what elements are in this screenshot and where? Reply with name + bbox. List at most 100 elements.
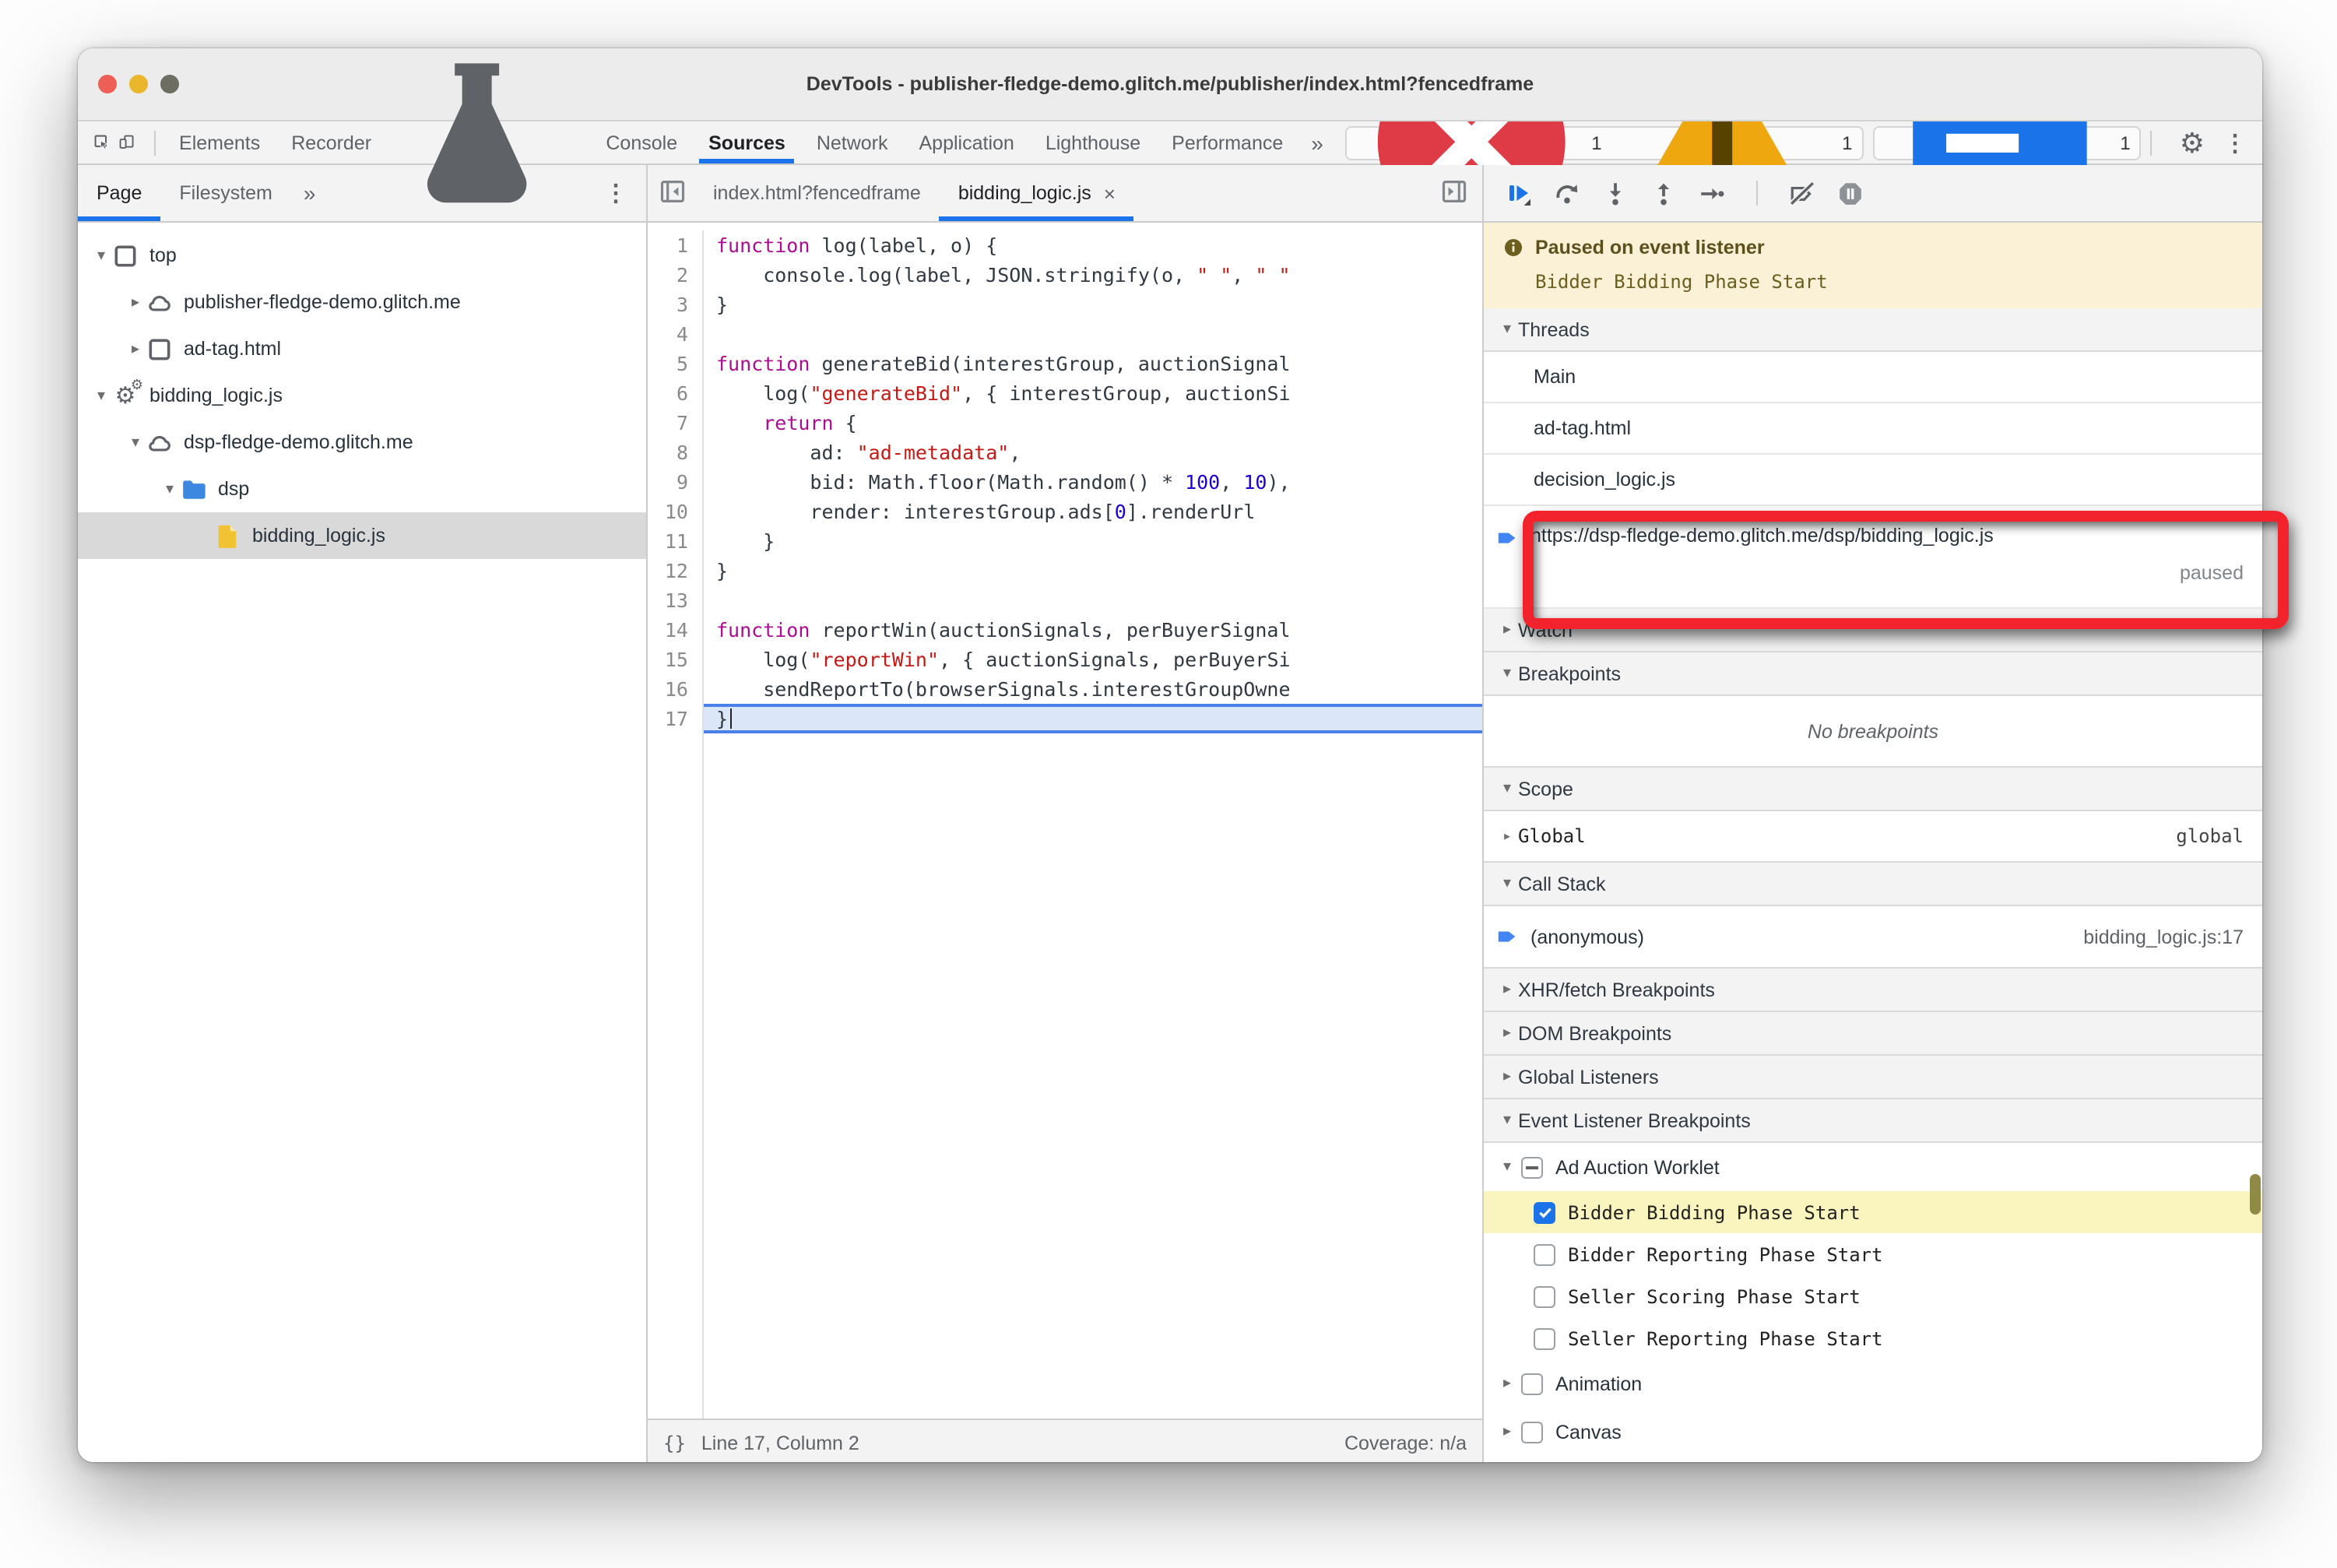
callstack-frame[interactable]: (anonymous) bidding_logic.js:17 [1484, 906, 2262, 969]
tab-application[interactable]: Application [904, 121, 1030, 163]
tab-elements[interactable]: Elements [163, 121, 276, 163]
line-number[interactable]: 7 [648, 408, 704, 438]
line-number[interactable]: 6 [648, 378, 704, 408]
kebab-menu-icon[interactable]: ⋮ [2223, 128, 2247, 156]
scope-global-row[interactable]: ▸ Global global [1484, 811, 2262, 863]
line-number[interactable]: 2 [648, 260, 704, 290]
inspect-button[interactable] [93, 127, 110, 158]
chevron-down-icon[interactable]: ▾ [1496, 1158, 1518, 1176]
step-icon[interactable] [1699, 180, 1725, 206]
thread-item-main[interactable]: Main [1484, 352, 2262, 403]
pretty-print-button[interactable]: {} [663, 1432, 686, 1454]
gear-icon[interactable]: ⚙ [2180, 128, 2205, 156]
section-header-event-listener-breakpoints[interactable]: ▾ Event Listener Breakpoints [1484, 1098, 2262, 1143]
section-header-call-stack[interactable]: ▾ Call Stack [1484, 861, 2262, 906]
sidebar-more-tabs-button[interactable]: » [291, 181, 329, 206]
line-number[interactable]: 5 [648, 349, 704, 378]
more-tabs-button[interactable]: » [1299, 130, 1336, 155]
deactivate-breakpoints-icon[interactable] [1789, 180, 1815, 206]
line-number[interactable]: 13 [648, 585, 704, 615]
chevron-down-icon: ▾ [1502, 1112, 1512, 1129]
tab-performance[interactable]: Performance [1156, 121, 1299, 163]
chevron-right-icon: ▸ [1502, 1025, 1512, 1042]
breakpoint-bidder-reporting-phase-start[interactable]: Bidder Reporting Phase Start [1484, 1233, 2262, 1275]
chevron-right-icon[interactable]: ▸ [125, 294, 146, 311]
line-number[interactable]: 1 [648, 230, 704, 260]
line-number[interactable]: 4 [648, 319, 704, 349]
checkbox-animation[interactable] [1521, 1373, 1543, 1394]
sidebar-kebab-menu-icon[interactable]: ⋮ [604, 179, 627, 207]
tree-item-top[interactable]: ▾ top [78, 232, 646, 279]
breakpoint-category-ad-auction-worklet[interactable]: ▾ Ad Auction Worklet [1484, 1143, 2262, 1191]
tab-nav-left-icon[interactable] [659, 178, 690, 209]
breakpoint-category-animation[interactable]: ▸ Animation [1484, 1359, 2262, 1408]
tree-item-ad-tag-html[interactable]: ▸ ad-tag.html [78, 325, 646, 372]
section-title: Scope [1518, 778, 1573, 800]
breakpoint-bidder-bidding-phase-start[interactable]: Bidder Bidding Phase Start [1484, 1191, 2262, 1233]
step-out-icon[interactable] [1650, 180, 1677, 206]
line-number[interactable]: 15 [648, 645, 704, 674]
chevron-right-icon[interactable]: ▸ [1496, 1423, 1518, 1440]
thread-item-current[interactable]: https://dsp-fledge-demo.glitch.me/dsp/bi… [1484, 506, 2262, 609]
code-editor[interactable]: 1 function log(label, o) {2 console.log(l… [648, 223, 1482, 1419]
chevron-down-icon[interactable]: ▾ [90, 387, 112, 404]
line-number[interactable]: 8 [648, 438, 704, 467]
breakpoint-seller-scoring-phase-start[interactable]: Seller Scoring Phase Start [1484, 1275, 2262, 1317]
checkbox-ad-auction-worklet[interactable] [1521, 1156, 1543, 1178]
checkbox-canvas[interactable] [1521, 1421, 1543, 1443]
tree-item-bidding-logic-js[interactable]: ▾ ⚙ ⚙ bidding_logic.js [78, 372, 646, 419]
tab-nav-right-icon[interactable] [1440, 178, 1471, 209]
scrollbar-thumb[interactable] [2250, 1174, 2261, 1215]
breakpoint-category-canvas[interactable]: ▸ Canvas [1484, 1408, 2262, 1456]
section-header-xhr-fetch-breakpoints[interactable]: ▸ XHR/fetch Breakpoints [1484, 967, 2262, 1012]
chevron-down-icon[interactable]: ▾ [90, 247, 112, 264]
thread-item-ad-tag-html[interactable]: ad-tag.html [1484, 403, 2262, 455]
line-number[interactable]: 3 [648, 290, 704, 319]
checkbox-seller-reporting-phase-start[interactable] [1534, 1327, 1555, 1349]
section-header-dom-breakpoints[interactable]: ▸ DOM Breakpoints [1484, 1011, 2262, 1056]
section-title: XHR/fetch Breakpoints [1518, 979, 1715, 1000]
line-number[interactable]: 16 [648, 674, 704, 704]
editor-tab-index-html-fencedframe[interactable]: index.html?fencedframe [694, 165, 940, 221]
sidebar-tab-filesystem[interactable]: Filesystem [160, 165, 290, 221]
sidebar-tab-page[interactable]: Page [78, 165, 161, 221]
line-number[interactable]: 12 [648, 556, 704, 585]
resume-icon[interactable] [1506, 180, 1532, 206]
tab-recorder[interactable]: Recorder [276, 63, 590, 203]
tree-item-dsp[interactable]: ▾ dsp [78, 466, 646, 512]
messages-badge[interactable]: 1 [1872, 62, 2142, 237]
section-header-scope[interactable]: ▾ Scope [1484, 766, 2262, 811]
issues-badge[interactable]: 11 [1344, 48, 1864, 237]
line-number[interactable]: 11 [648, 526, 704, 556]
tab-console[interactable]: Console [590, 121, 693, 163]
chevron-down-icon[interactable]: ▾ [125, 434, 146, 451]
close-icon[interactable]: × [1104, 181, 1116, 205]
line-number[interactable]: 9 [648, 467, 704, 497]
chevron-down-icon[interactable]: ▾ [159, 480, 181, 497]
checkbox-seller-scoring-phase-start[interactable] [1534, 1285, 1555, 1307]
editor-tab-bidding-logic-js[interactable]: bidding_logic.js × [939, 165, 1135, 221]
section-header-breakpoints[interactable]: ▾ Breakpoints [1484, 651, 2262, 696]
step-over-icon[interactable] [1554, 180, 1580, 206]
checkbox-bidder-bidding-phase-start[interactable] [1534, 1201, 1555, 1223]
device-toolbar-button[interactable] [119, 127, 135, 158]
tree-item-publisher-fledge-demo-glitch-me[interactable]: ▸ publisher-fledge-demo.glitch.me [78, 279, 646, 325]
section-header-watch[interactable]: ▸ Watch [1484, 607, 2262, 652]
thread-item-decision-logic-js[interactable]: decision_logic.js [1484, 455, 2262, 506]
section-header-threads[interactable]: ▾ Threads [1484, 308, 2262, 352]
tab-lighthouse[interactable]: Lighthouse [1030, 121, 1156, 163]
step-into-icon[interactable] [1602, 180, 1629, 206]
line-number[interactable]: 14 [648, 615, 704, 645]
tab-network[interactable]: Network [801, 121, 904, 163]
pause-on-exceptions-icon[interactable] [1837, 180, 1864, 206]
line-number[interactable]: 10 [648, 497, 704, 526]
tree-item-dsp-fledge-demo-glitch-me[interactable]: ▾ dsp-fledge-demo.glitch.me [78, 419, 646, 466]
chevron-right-icon[interactable]: ▸ [125, 340, 146, 357]
tab-sources[interactable]: Sources [693, 121, 801, 163]
line-number[interactable]: 17 [648, 704, 704, 733]
section-header-global-listeners[interactable]: ▸ Global Listeners [1484, 1054, 2262, 1099]
breakpoint-seller-reporting-phase-start[interactable]: Seller Reporting Phase Start [1484, 1317, 2262, 1359]
chevron-right-icon[interactable]: ▸ [1496, 1375, 1518, 1392]
tree-item-bidding-logic-js[interactable]: bidding_logic.js [78, 512, 646, 559]
checkbox-bidder-reporting-phase-start[interactable] [1534, 1243, 1555, 1265]
